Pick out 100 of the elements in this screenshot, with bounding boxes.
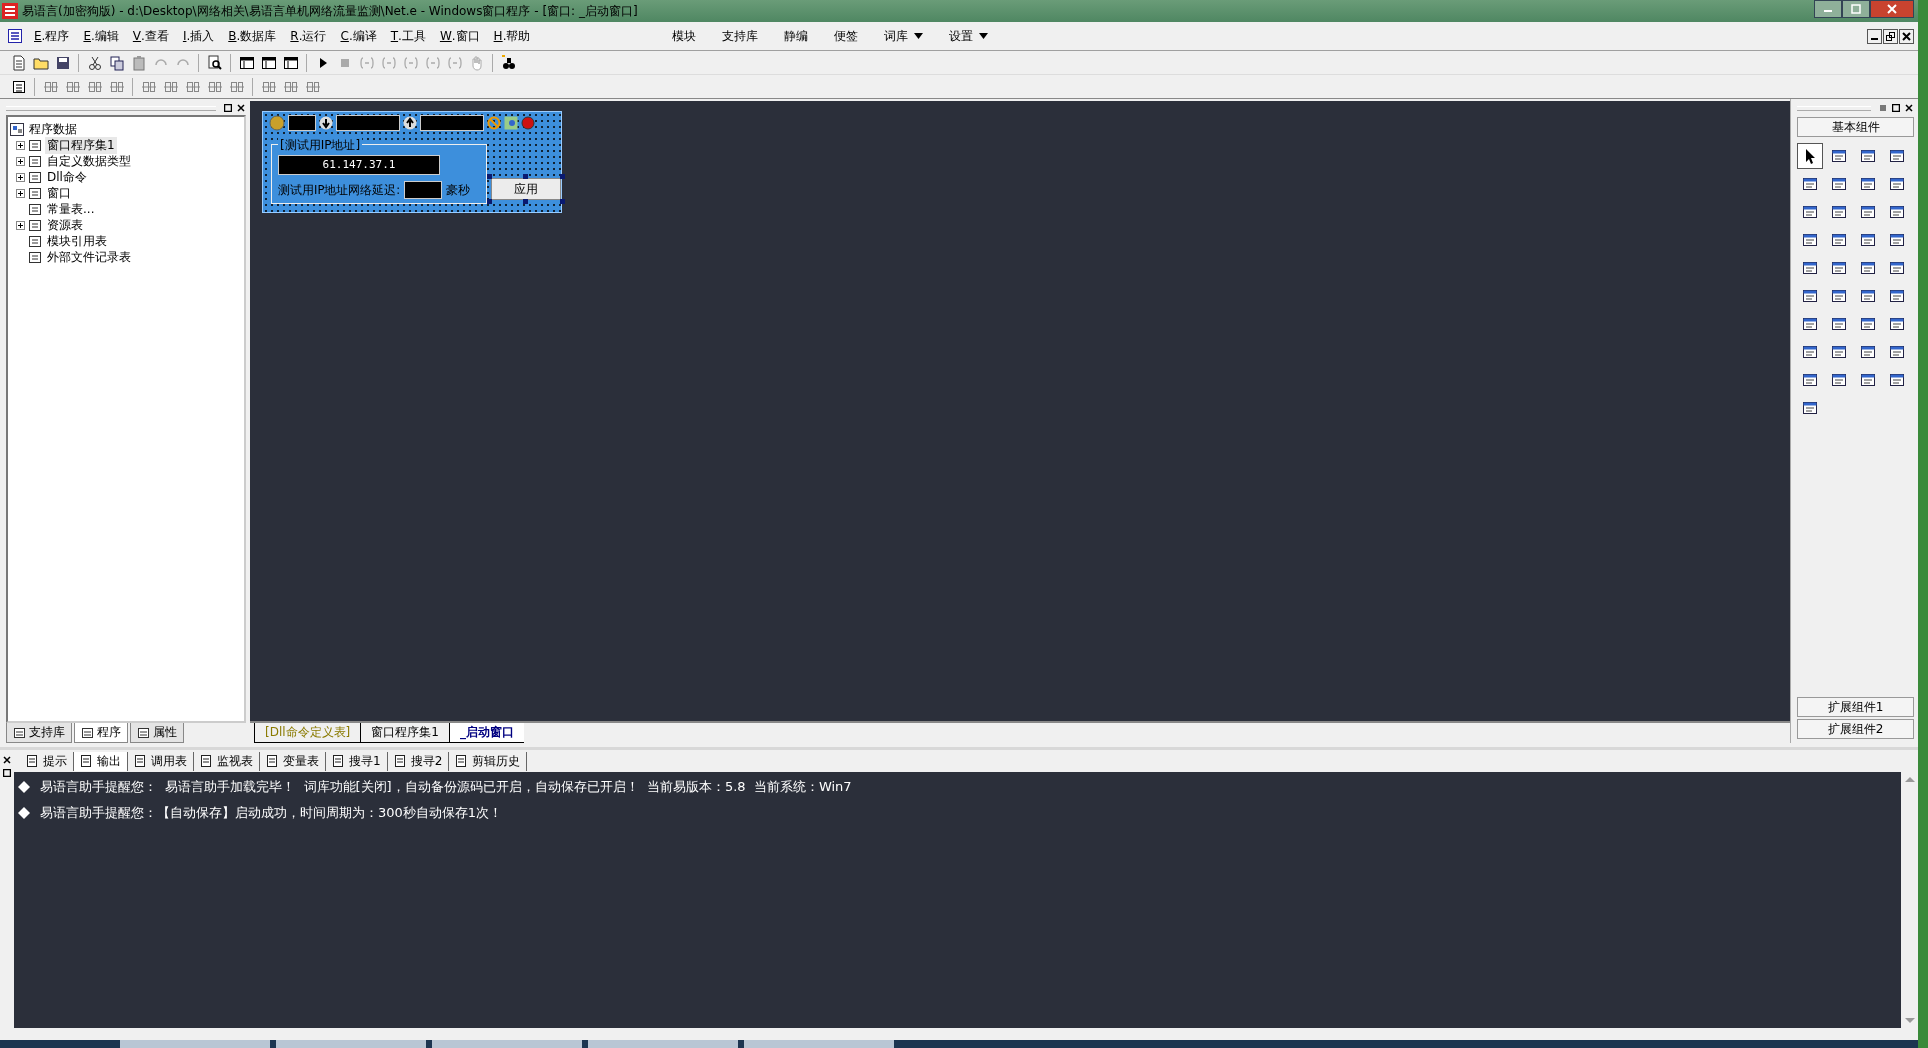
window-icon <box>1859 147 1877 165</box>
page-icon <box>134 755 146 767</box>
display-field <box>336 115 400 131</box>
menu-item[interactable]: R.运行 <box>284 25 333 47</box>
resize-handle[interactable] <box>560 199 565 204</box>
menu-item[interactable]: 便签 <box>822 25 871 47</box>
output-message: 易语言助手提醒您： 易语言助手加载完毕！ 词库功能[关闭]，自动备份源码已开启，自动保存已开启！ 当前易版本：5.8 当前系统：Win7 <box>40 778 852 796</box>
resize-handle[interactable] <box>523 174 528 179</box>
palette-category-button[interactable]: 扩展组件1 <box>1797 697 1914 717</box>
ip-field[interactable]: 61.147.37.1 <box>278 155 440 175</box>
window-icon <box>1859 287 1877 305</box>
restore-button[interactable] <box>1883 28 1898 44</box>
editor-tab[interactable]: [Dll命令定义表] <box>254 723 361 743</box>
tree-item[interactable]: 窗口 <box>45 184 73 202</box>
menu-item[interactable]: I.插入 <box>176 25 221 47</box>
expand-icon[interactable] <box>16 172 25 182</box>
expand-icon[interactable] <box>16 188 25 198</box>
tree-item[interactable]: 窗口程序集1 <box>45 136 117 154</box>
expand-icon[interactable] <box>16 220 25 230</box>
resize-handle[interactable] <box>560 174 565 179</box>
float-button[interactable] <box>1890 102 1901 114</box>
pointer-tool-button[interactable] <box>1797 143 1823 169</box>
copy-icon <box>108 54 125 71</box>
panel-tab[interactable]: 支持库 <box>6 723 72 743</box>
output-tab[interactable]: 剪辑历史 <box>449 751 528 771</box>
maximize-icon <box>1851 4 1861 14</box>
light-icon <box>521 116 535 130</box>
minimize-icon <box>1871 38 1878 40</box>
editor-tab[interactable]: 窗口程序集1 <box>360 723 449 743</box>
menu-item[interactable]: T.工具 <box>384 25 432 47</box>
menu-item[interactable]: C.编译 <box>334 25 383 47</box>
float-button[interactable] <box>1 767 13 778</box>
tree-item[interactable]: 自定义数据类型 <box>45 152 133 170</box>
database-icon <box>10 122 24 136</box>
tree-item[interactable]: 外部文件记录表 <box>45 248 133 266</box>
close-button[interactable] <box>1903 102 1914 114</box>
palette-category-button[interactable]: 基本组件 <box>1797 117 1914 137</box>
menu-item[interactable]: E.编辑 <box>77 25 125 47</box>
close-button[interactable] <box>235 102 246 114</box>
tree-node-icon <box>28 234 42 248</box>
page-icon <box>393 755 406 767</box>
output-tab[interactable]: 输出 <box>74 751 128 771</box>
tree-item[interactable]: 常量表... <box>45 200 97 218</box>
resize-handle[interactable] <box>487 174 492 179</box>
close-button[interactable] <box>1870 0 1914 18</box>
window-title: 易语言(加密狗版) - d:\Desktop\网络相关\易语言单机网络流量监测\Net.e - Windows窗口程序 - [窗口: _启动窗口] <box>22 2 638 20</box>
output-tab[interactable]: 搜寻2 <box>387 751 450 771</box>
menu-item[interactable]: 设置 <box>937 25 1001 47</box>
caret-icon <box>979 33 989 39</box>
float-button[interactable] <box>222 102 233 114</box>
close-icon <box>1904 104 1913 112</box>
close-icon <box>1887 4 1897 14</box>
tree-item[interactable]: 程序数据 <box>10 121 242 137</box>
close-button[interactable] <box>1 754 13 765</box>
window-icon <box>1830 147 1848 165</box>
window-layout-icon <box>238 54 255 71</box>
close-icon <box>1902 31 1911 41</box>
close-button[interactable] <box>1899 28 1914 44</box>
menu-item[interactable]: B.数据库 <box>222 25 283 47</box>
menu-item[interactable]: 静编 <box>772 25 821 47</box>
panel-tab[interactable]: 属性 <box>130 723 184 743</box>
search-icon <box>206 54 223 71</box>
orb-icon <box>269 115 285 131</box>
tree-item[interactable]: Dll命令 <box>45 168 89 186</box>
menu-item[interactable]: V.查看 <box>126 25 175 47</box>
minimize-button[interactable] <box>1867 28 1882 44</box>
tree-node-icon <box>28 170 42 184</box>
resize-handle[interactable] <box>523 199 528 204</box>
page-icon <box>266 755 278 767</box>
menu-item[interactable]: E.程序 <box>28 25 76 47</box>
output-tab[interactable]: 搜寻1 <box>326 751 388 771</box>
editor-tab[interactable]: _启动窗口 <box>448 723 524 743</box>
window-icon <box>1801 315 1819 333</box>
page-icon <box>13 726 26 739</box>
tree-item[interactable]: 模块引用表 <box>45 232 109 250</box>
delay-field[interactable] <box>404 181 443 199</box>
window-icon <box>1888 147 1906 165</box>
menu-item[interactable]: 模块 <box>660 25 709 47</box>
menu-item[interactable]: H.帮助 <box>487 25 537 47</box>
menu-item[interactable]: 词库 <box>872 25 936 47</box>
apply-button[interactable]: 应用 <box>491 178 561 200</box>
window-icon <box>1888 203 1906 221</box>
expand-icon[interactable] <box>16 156 25 166</box>
maximize-button[interactable] <box>1842 0 1870 18</box>
panel-tab[interactable]: 程序 <box>74 723 128 743</box>
output-message: 易语言助手提醒您：【自动保存】启动成功，时间周期为：300秒自动保存1次！ <box>40 804 503 822</box>
minimize-button[interactable] <box>1814 0 1842 18</box>
output-tab[interactable]: 监视表 <box>194 751 260 771</box>
tree-item[interactable]: 资源表 <box>45 216 85 234</box>
palette-category-button[interactable]: 扩展组件2 <box>1797 719 1914 739</box>
window-icon <box>1801 231 1819 249</box>
tree-node-icon <box>28 154 42 168</box>
resize-handle[interactable] <box>487 199 492 204</box>
output-tab[interactable]: 变量表 <box>260 751 326 771</box>
menu-item[interactable]: 支持库 <box>710 25 771 47</box>
up-arrow-icon <box>403 116 417 130</box>
output-tab[interactable]: 调用表 <box>128 751 194 771</box>
menu-item[interactable]: W.窗口 <box>433 25 486 47</box>
expand-icon[interactable] <box>16 140 25 150</box>
window-icon <box>1859 175 1877 193</box>
